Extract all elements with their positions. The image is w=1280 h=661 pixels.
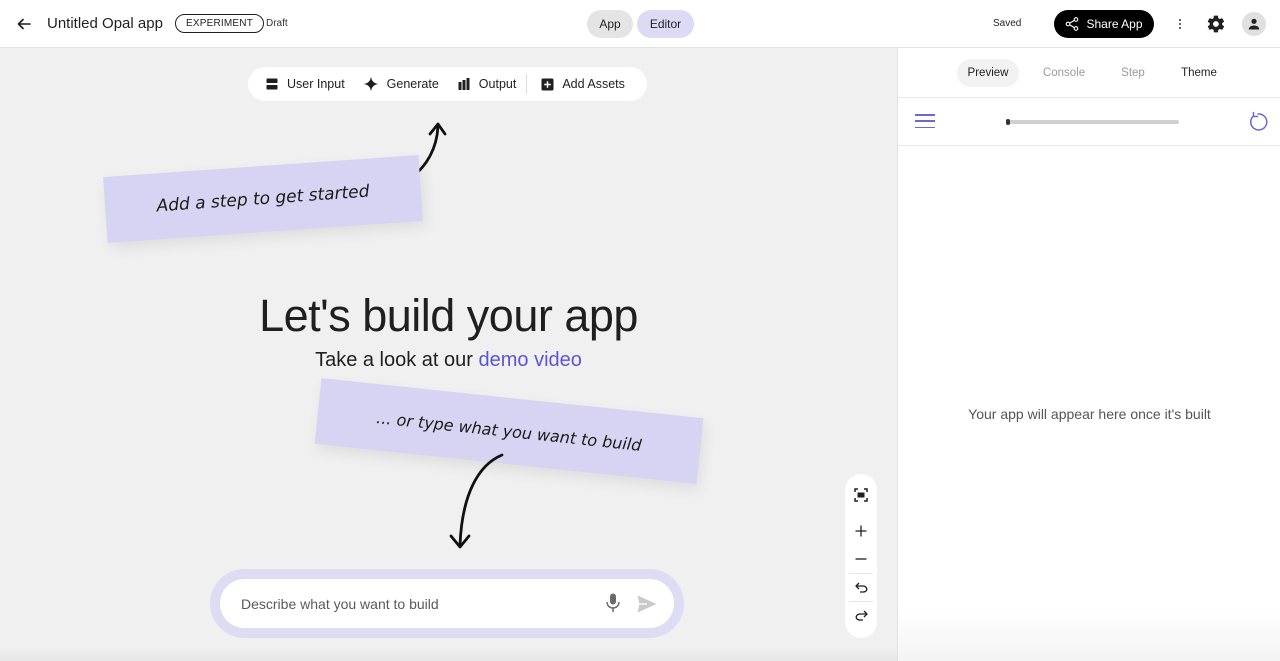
- back-button[interactable]: [12, 12, 36, 36]
- add-assets-tool[interactable]: Add Assets: [541, 77, 625, 91]
- undo-button[interactable]: [851, 577, 871, 597]
- fit-screen-button[interactable]: [851, 485, 871, 505]
- tab-console[interactable]: Console: [1033, 59, 1095, 87]
- zoom-in-icon: [855, 525, 867, 537]
- sticky-note-top-text: Add a step to get started: [155, 181, 371, 217]
- canvas-bottom-shade: [0, 646, 897, 661]
- preview-progress-bar: [1006, 119, 1179, 125]
- user-input-tool[interactable]: User Input: [265, 77, 345, 91]
- tab-theme[interactable]: Theme: [1173, 59, 1225, 87]
- hero-subtitle: Take a look at our demo video: [0, 349, 897, 372]
- panel-tabs: Preview Console Step Theme: [898, 48, 1280, 98]
- preview-menu-button[interactable]: [915, 112, 935, 130]
- zoom-divider-2: [849, 601, 873, 602]
- generate-label: Generate: [386, 77, 439, 91]
- more-options-button[interactable]: [1172, 14, 1188, 34]
- send-button[interactable]: [636, 594, 658, 614]
- arrow-down-doodle: [449, 453, 504, 549]
- sticky-note-bottom-text: ... or type what you want to build: [375, 407, 643, 455]
- experiment-badge: EXPERIMENT: [175, 14, 265, 33]
- zoom-controls: [845, 474, 877, 638]
- toolbar-divider: [526, 74, 528, 94]
- fit-screen-icon: [854, 488, 868, 502]
- top-bar: Untitled Opal app EXPERIMENT Draft App E…: [0, 0, 1280, 48]
- settings-button[interactable]: [1206, 14, 1226, 34]
- saved-status: Saved: [993, 18, 1022, 29]
- app-title[interactable]: Untitled Opal app: [47, 15, 163, 32]
- preview-progress-fill: [1006, 119, 1010, 125]
- gear-icon: [1207, 15, 1225, 33]
- mode-toggle: App Editor: [587, 10, 694, 38]
- share-app-button[interactable]: Share App: [1054, 10, 1154, 38]
- output-label: Output: [478, 77, 517, 91]
- preview-toolbar: [898, 98, 1280, 146]
- zoom-in-button[interactable]: [851, 521, 871, 541]
- hero-title: Let's build your app: [259, 290, 638, 341]
- prompt-box: [220, 579, 674, 628]
- sticky-note-top: Add a step to get started: [103, 155, 423, 243]
- zoom-out-icon: [855, 558, 867, 560]
- add-box-icon: [541, 78, 554, 90]
- zoom-divider: [849, 573, 873, 574]
- step-toolbar: User Input Generate Output Add Assets: [248, 67, 647, 101]
- prompt-container: [210, 569, 684, 638]
- redo-button[interactable]: [851, 605, 871, 625]
- output-icon: [458, 78, 470, 90]
- sparkle-icon: [363, 76, 379, 92]
- tab-preview[interactable]: Preview: [957, 59, 1019, 87]
- hero-subtitle-text: Take a look at our: [315, 349, 479, 371]
- send-icon: [637, 595, 657, 613]
- restart-button[interactable]: [1247, 111, 1269, 133]
- person-icon: [1248, 18, 1260, 30]
- zoom-out-button[interactable]: [851, 549, 871, 569]
- editor-mode-button[interactable]: Editor: [637, 10, 694, 38]
- demo-video-link[interactable]: demo video: [479, 349, 582, 371]
- refresh-icon: [1250, 111, 1268, 131]
- add-assets-label: Add Assets: [562, 77, 625, 91]
- undo-icon: [854, 582, 867, 593]
- preview-panel: Preview Console Step Theme Your app will…: [897, 48, 1280, 661]
- editor-canvas[interactable]: User Input Generate Output Add Assets Ad…: [0, 48, 897, 661]
- microphone-button[interactable]: [603, 592, 623, 614]
- describe-app-input[interactable]: [241, 591, 581, 616]
- empty-preview-message: Your app will appear here once it's buil…: [968, 406, 1211, 422]
- draft-status: Draft: [266, 18, 288, 29]
- tab-step[interactable]: Step: [1113, 59, 1153, 87]
- menu-icon: [915, 114, 935, 116]
- microphone-icon: [606, 593, 620, 612]
- output-tool[interactable]: Output: [457, 77, 517, 91]
- user-input-icon: [266, 78, 278, 90]
- panel-bottom-shade: [898, 608, 1280, 661]
- generate-tool[interactable]: Generate: [363, 76, 439, 92]
- arrow-back-icon: [17, 18, 31, 30]
- user-input-label: User Input: [287, 77, 345, 91]
- redo-icon: [855, 610, 868, 621]
- account-avatar[interactable]: [1242, 12, 1266, 36]
- share-icon: [1066, 17, 1079, 31]
- app-mode-button[interactable]: App: [587, 10, 633, 38]
- share-app-label: Share App: [1086, 17, 1143, 31]
- more-vert-icon: [1179, 19, 1181, 21]
